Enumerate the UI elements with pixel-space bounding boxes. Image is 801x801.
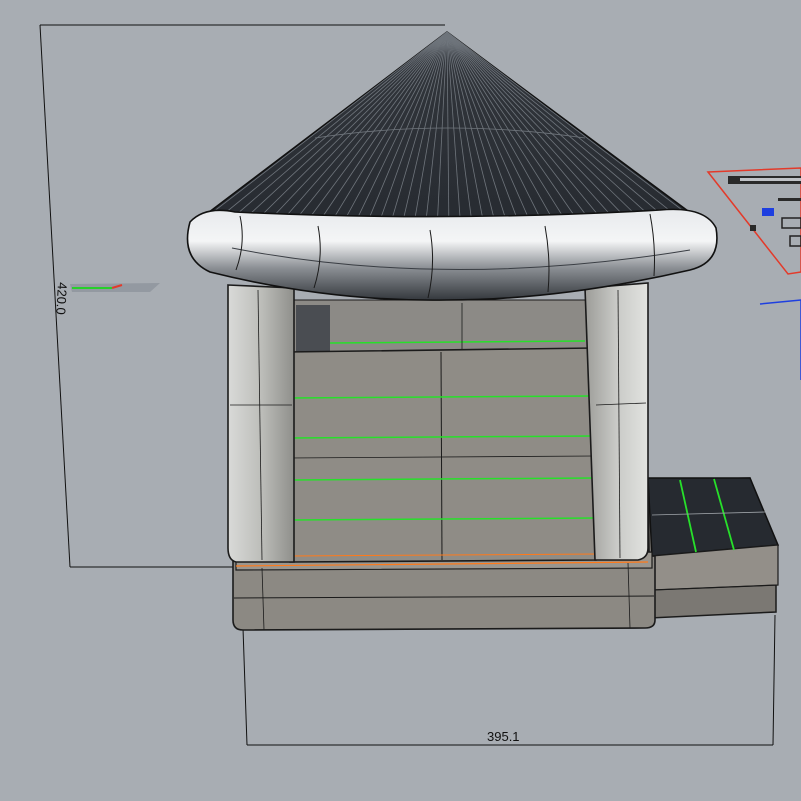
side-step[interactable] <box>647 477 780 619</box>
model-scene[interactable]: 420.0 395.1 <box>0 0 801 801</box>
3d-viewport[interactable]: 420.0 395.1 <box>0 0 801 801</box>
axis-gizmo-icon <box>70 283 160 292</box>
conical-roof[interactable] <box>194 31 702 239</box>
base-plinth[interactable] <box>232 551 656 631</box>
width-dimension-label: 395.1 <box>487 729 520 744</box>
width-dimension[interactable]: 395.1 <box>242 614 776 746</box>
height-dimension-label: 420.0 <box>53 282 70 315</box>
left-column[interactable] <box>227 284 295 563</box>
right-column[interactable] <box>584 282 649 561</box>
main-wall-panel[interactable] <box>285 347 597 563</box>
detail-sheet-icon[interactable] <box>706 167 801 380</box>
